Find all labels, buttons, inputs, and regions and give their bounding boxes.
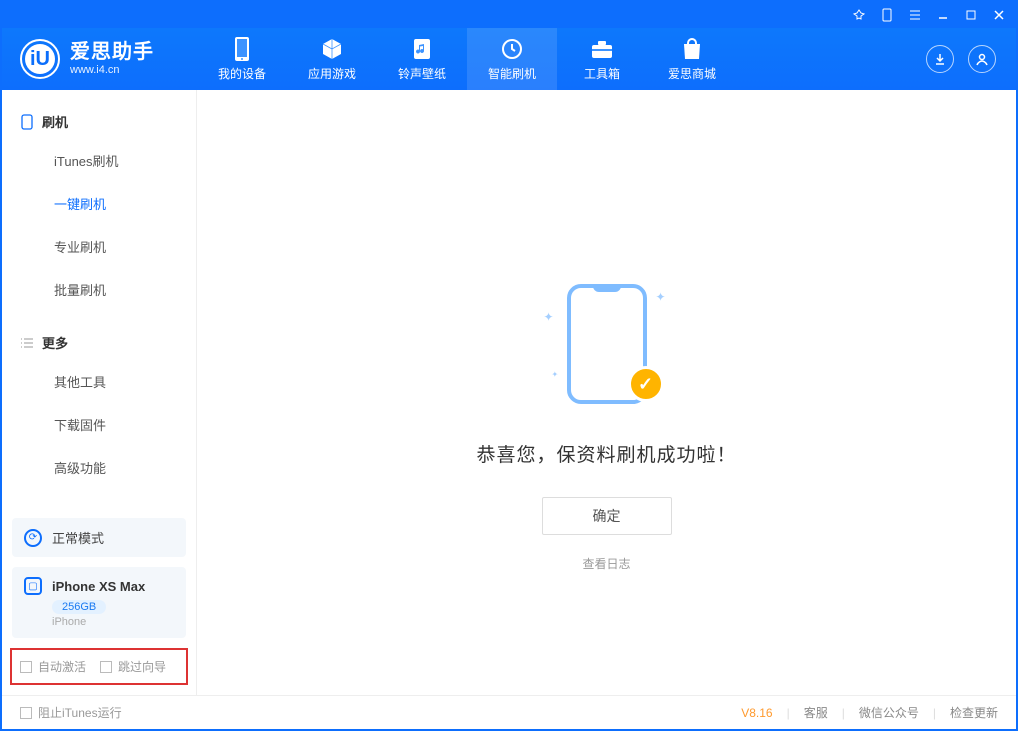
device-icon: ▢ (24, 577, 42, 595)
sidebar-item-other[interactable]: 其他工具 (2, 360, 196, 403)
device-type: iPhone (52, 616, 174, 628)
nav-my-device[interactable]: 我的设备 (197, 28, 287, 90)
nav-label: 铃声壁纸 (398, 65, 446, 82)
nav-toolbox[interactable]: 工具箱 (557, 28, 647, 90)
view-log-link[interactable]: 查看日志 (582, 555, 630, 572)
device-storage: 256GB (52, 600, 106, 614)
cube-icon (320, 37, 344, 61)
checkbox-label: 阻止iTunes运行 (38, 704, 122, 721)
mode-label: 正常模式 (52, 528, 104, 547)
list-icon (20, 336, 34, 350)
phone-frame-icon (20, 115, 34, 129)
sidebar-item-onekey[interactable]: 一键刷机 (2, 182, 196, 225)
app-name: 爱思助手 (70, 41, 154, 64)
sidebar-item-batch[interactable]: 批量刷机 (2, 268, 196, 311)
minimize-icon[interactable] (936, 8, 950, 22)
device-name: iPhone XS Max (52, 579, 145, 594)
checkbox-skip-guide[interactable]: 跳过向导 (100, 658, 166, 675)
app-window: iU 爱思助手 www.i4.cn 我的设备 应用游戏 铃声壁纸 智能刷机 (0, 0, 1018, 731)
device-card[interactable]: ▢ iPhone XS Max 256GB iPhone (12, 567, 186, 638)
toolbox-icon (590, 37, 614, 61)
success-illustration: ✦ ✦ ✦ ✓ (542, 280, 672, 410)
sidebar: 刷机 iTunes刷机 一键刷机 专业刷机 批量刷机 更多 其他工具 下载固件 … (2, 90, 197, 695)
footer-link-update[interactable]: 检查更新 (950, 704, 998, 721)
checkbox-auto-activate[interactable]: 自动激活 (20, 658, 86, 675)
checkbox-block-itunes[interactable]: 阻止iTunes运行 (20, 704, 122, 721)
close-icon[interactable] (992, 8, 1006, 22)
mobile-icon[interactable] (880, 8, 894, 22)
maximize-icon[interactable] (964, 8, 978, 22)
phone-icon (230, 37, 254, 61)
sidebar-section-flash: 刷机 (2, 104, 196, 139)
section-title: 刷机 (42, 112, 68, 131)
main-content: ✦ ✦ ✦ ✓ 恭喜您，保资料刷机成功啦！ 确定 查看日志 (197, 90, 1016, 695)
nav-label: 爱思商城 (668, 65, 716, 82)
body: 刷机 iTunes刷机 一键刷机 专业刷机 批量刷机 更多 其他工具 下载固件 … (2, 90, 1016, 695)
top-nav: 我的设备 应用游戏 铃声壁纸 智能刷机 工具箱 爱思商城 (197, 28, 737, 90)
logo-icon: iU (20, 39, 60, 79)
download-button[interactable] (926, 45, 954, 73)
checkbox-label: 自动激活 (38, 658, 86, 675)
mode-card[interactable]: ⟳ 正常模式 (12, 518, 186, 557)
theme-icon[interactable] (852, 8, 866, 22)
refresh-icon (500, 37, 524, 61)
titlebar (2, 2, 1016, 28)
user-button[interactable] (968, 45, 996, 73)
menu-icon[interactable] (908, 8, 922, 22)
footer-link-wechat[interactable]: 微信公众号 (859, 704, 919, 721)
app-url: www.i4.cn (70, 64, 154, 77)
version-label: V8.16 (741, 706, 772, 720)
nav-label: 应用游戏 (308, 65, 356, 82)
header: iU 爱思助手 www.i4.cn 我的设备 应用游戏 铃声壁纸 智能刷机 (2, 28, 1016, 90)
success-message: 恭喜您，保资料刷机成功啦！ (476, 440, 736, 467)
mode-icon: ⟳ (24, 529, 42, 547)
footer: 阻止iTunes运行 V8.16 | 客服 | 微信公众号 | 检查更新 (2, 695, 1016, 729)
nav-apps[interactable]: 应用游戏 (287, 28, 377, 90)
music-icon (410, 37, 434, 61)
checkbox-label: 跳过向导 (118, 658, 166, 675)
section-title: 更多 (42, 333, 68, 352)
footer-link-support[interactable]: 客服 (804, 704, 828, 721)
check-icon: ✓ (628, 366, 664, 402)
sidebar-item-advanced[interactable]: 高级功能 (2, 446, 196, 489)
nav-ringtone[interactable]: 铃声壁纸 (377, 28, 467, 90)
bag-icon (680, 37, 704, 61)
nav-store[interactable]: 爱思商城 (647, 28, 737, 90)
sidebar-section-more: 更多 (2, 325, 196, 360)
confirm-button[interactable]: 确定 (542, 497, 672, 535)
sidebar-item-itunes[interactable]: iTunes刷机 (2, 139, 196, 182)
nav-label: 我的设备 (218, 65, 266, 82)
highlighted-options: 自动激活 跳过向导 (10, 648, 188, 685)
nav-flash[interactable]: 智能刷机 (467, 28, 557, 90)
sidebar-item-pro[interactable]: 专业刷机 (2, 225, 196, 268)
logo: iU 爱思助手 www.i4.cn (2, 39, 197, 79)
sidebar-item-firmware[interactable]: 下载固件 (2, 403, 196, 446)
nav-label: 工具箱 (584, 65, 620, 82)
nav-label: 智能刷机 (488, 65, 536, 82)
